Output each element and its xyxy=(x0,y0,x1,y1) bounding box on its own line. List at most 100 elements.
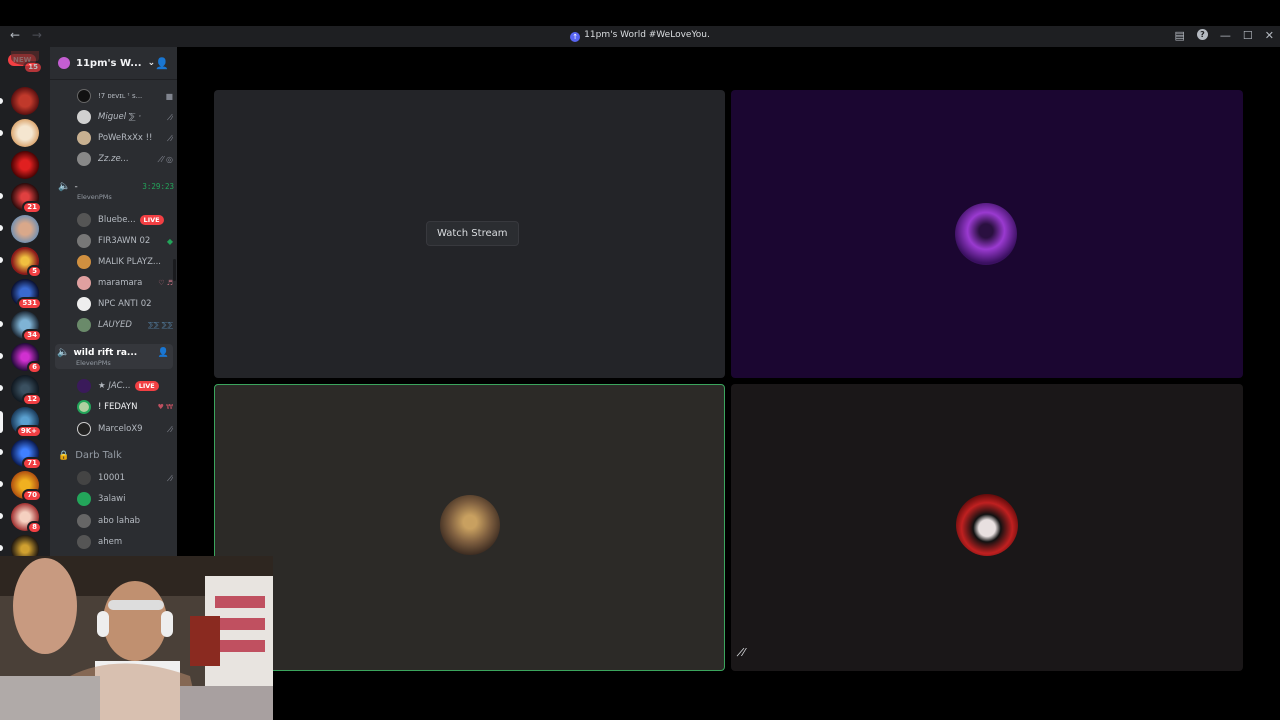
voice-user[interactable]: 3alawi xyxy=(77,489,173,509)
voice-stage: Watch Stream ⁄̸ xyxy=(177,47,1280,720)
unread-pill xyxy=(0,257,3,263)
server-icon[interactable]: 21 xyxy=(11,183,42,214)
voice-user[interactable]: maramara ♡ ♬ xyxy=(77,273,173,293)
participant-avatar xyxy=(440,495,500,555)
participant-avatar xyxy=(956,494,1018,556)
voice-user[interactable]: !7 ᴅᴇᴠɪʟ ᵗ s... ■ xyxy=(77,86,173,106)
avatar-speaking xyxy=(77,400,91,414)
avatar xyxy=(77,379,91,393)
server-icon[interactable] xyxy=(11,215,39,243)
speaker-icon: 🔈 xyxy=(57,347,70,358)
voice-user[interactable]: FIR3AWN 02 ◆ xyxy=(77,231,173,251)
unread-pill xyxy=(0,321,3,327)
avatar xyxy=(77,152,91,166)
add-member-icon[interactable]: 👤 xyxy=(155,57,169,70)
server-icon[interactable]: 9K+ xyxy=(11,407,42,438)
add-member-icon[interactable]: 👤 xyxy=(158,348,169,358)
lock-icon: 🔒 xyxy=(58,450,70,461)
server-icon[interactable] xyxy=(11,151,39,179)
unread-pill xyxy=(0,385,3,391)
inbox-icon[interactable]: ▤ xyxy=(1175,29,1185,42)
window-title: ↑ 11pm's World #WeLoveYou. xyxy=(0,30,1280,42)
scrollbar[interactable] xyxy=(173,259,176,281)
voice-user[interactable]: MALIK PLAYZ... xyxy=(77,252,173,272)
participant-avatar xyxy=(955,203,1017,265)
server-icon[interactable] xyxy=(11,119,39,147)
server-icon[interactable] xyxy=(11,87,39,115)
voice-user[interactable]: PoWeRxXx !! ⁄̸ xyxy=(77,128,173,148)
help-icon[interactable]: ? xyxy=(1196,29,1208,40)
server-header[interactable]: 11pm's W... ⌄ 👤 xyxy=(50,47,177,80)
participant-tile[interactable] xyxy=(731,90,1243,378)
unread-pill xyxy=(0,449,3,455)
server-badge: 531 xyxy=(17,297,42,310)
live-badge: LIVE xyxy=(134,381,159,391)
server-name: 11pm's W... xyxy=(76,57,142,69)
mic-muted-icon: ⁄̸ xyxy=(171,424,173,434)
discord-window: ← → ↑ 11pm's World #WeLoveYou. ▤ ? — ☐ ✕ … xyxy=(0,0,1280,720)
server-icon[interactable]: 70 xyxy=(11,471,42,502)
unread-pill xyxy=(0,98,3,104)
voice-user[interactable]: 10001 ⁄̸ xyxy=(77,468,173,488)
mic-muted-icon: ⁄̸ xyxy=(171,133,173,143)
avatar xyxy=(77,422,91,436)
maximize-icon[interactable]: ☐ xyxy=(1243,29,1253,42)
title-bar: ← → ↑ 11pm's World #WeLoveYou. ▤ ? — ☐ ✕ xyxy=(0,26,1280,47)
participant-tile-speaking[interactable] xyxy=(214,384,725,671)
voice-user[interactable]: Bluebe... LIVE xyxy=(77,210,173,230)
avatar xyxy=(77,234,91,248)
server-flower-icon xyxy=(58,57,70,69)
webcam-feed-image xyxy=(0,556,273,720)
voice-user[interactable]: abo lahab xyxy=(77,511,173,531)
voice-user[interactable]: LAUYED ⅀⅀ ⅀⅀ xyxy=(77,315,173,335)
voice-user[interactable]: ahem xyxy=(77,532,173,552)
avatar xyxy=(77,514,91,528)
avatar xyxy=(77,492,91,506)
minimize-icon[interactable]: — xyxy=(1220,29,1231,42)
server-icon[interactable]: 12 xyxy=(11,375,42,406)
voice-user[interactable]: NPC ANTI 02 xyxy=(77,294,173,314)
server-badge: 21 xyxy=(22,201,42,214)
unread-pill xyxy=(0,481,3,487)
live-badge: LIVE xyxy=(139,215,164,225)
server-icon[interactable]: 5 xyxy=(11,247,42,278)
server-badge: 9K+ xyxy=(15,425,42,438)
avatar xyxy=(77,255,91,269)
voice-user[interactable]: ★ JAC... LIVE xyxy=(77,376,173,396)
server-icon[interactable]: 34 xyxy=(11,311,42,342)
unread-pill xyxy=(0,130,3,136)
server-icon[interactable]: 531 xyxy=(11,279,42,310)
avatar xyxy=(77,318,91,332)
avatar xyxy=(77,213,91,227)
voice-user[interactable]: ! FEDAYN ♥ ₩ xyxy=(77,397,173,417)
mic-muted-icon: ⁄̸ xyxy=(743,646,745,659)
close-icon[interactable]: ✕ xyxy=(1265,29,1274,42)
server-icon[interactable]: 15 xyxy=(11,51,43,74)
stream-tile[interactable]: Watch Stream xyxy=(214,90,725,378)
voice-user[interactable]: Miguel ⅀ · ⁄̸ xyxy=(77,107,173,127)
participant-tile[interactable]: ⁄̸ xyxy=(731,384,1243,671)
channel-status: ElevenPMs xyxy=(77,193,112,201)
voice-channel[interactable]: 🔈 - 3:29:23 ElevenPMs xyxy=(58,181,174,201)
server-badge: 8 xyxy=(27,521,42,534)
server-badge: 5 xyxy=(27,265,42,278)
server-icon[interactable]: 6 xyxy=(11,343,42,374)
chevron-down-icon[interactable]: ⌄ xyxy=(148,58,156,68)
avatar xyxy=(77,297,91,311)
webcam-overlay xyxy=(0,556,273,720)
server-badge: 15 xyxy=(23,61,43,74)
call-timer: 3:29:23 xyxy=(142,182,174,191)
mic-muted-icon: ⁄̸ xyxy=(171,112,173,122)
voice-user[interactable]: Zz.ze... ⁄̸ ◎ xyxy=(77,149,173,169)
avatar xyxy=(77,276,91,290)
speaker-icon: 🔈 xyxy=(58,181,71,192)
voice-user[interactable]: MarceloX9 ⁄̸ xyxy=(77,419,173,439)
avatar xyxy=(77,535,91,549)
watch-stream-button[interactable]: Watch Stream xyxy=(426,221,519,246)
server-icon[interactable]: 8 xyxy=(11,503,42,534)
voice-channel-active[interactable]: 🔈 wild rift ra... 👤 ElevenPMs xyxy=(55,344,173,369)
voice-channel-locked[interactable]: 🔒 Darb Talk xyxy=(58,450,174,461)
camera-icon: ■ xyxy=(165,91,173,101)
avatar xyxy=(77,131,91,145)
server-icon[interactable]: 71 xyxy=(11,439,42,470)
